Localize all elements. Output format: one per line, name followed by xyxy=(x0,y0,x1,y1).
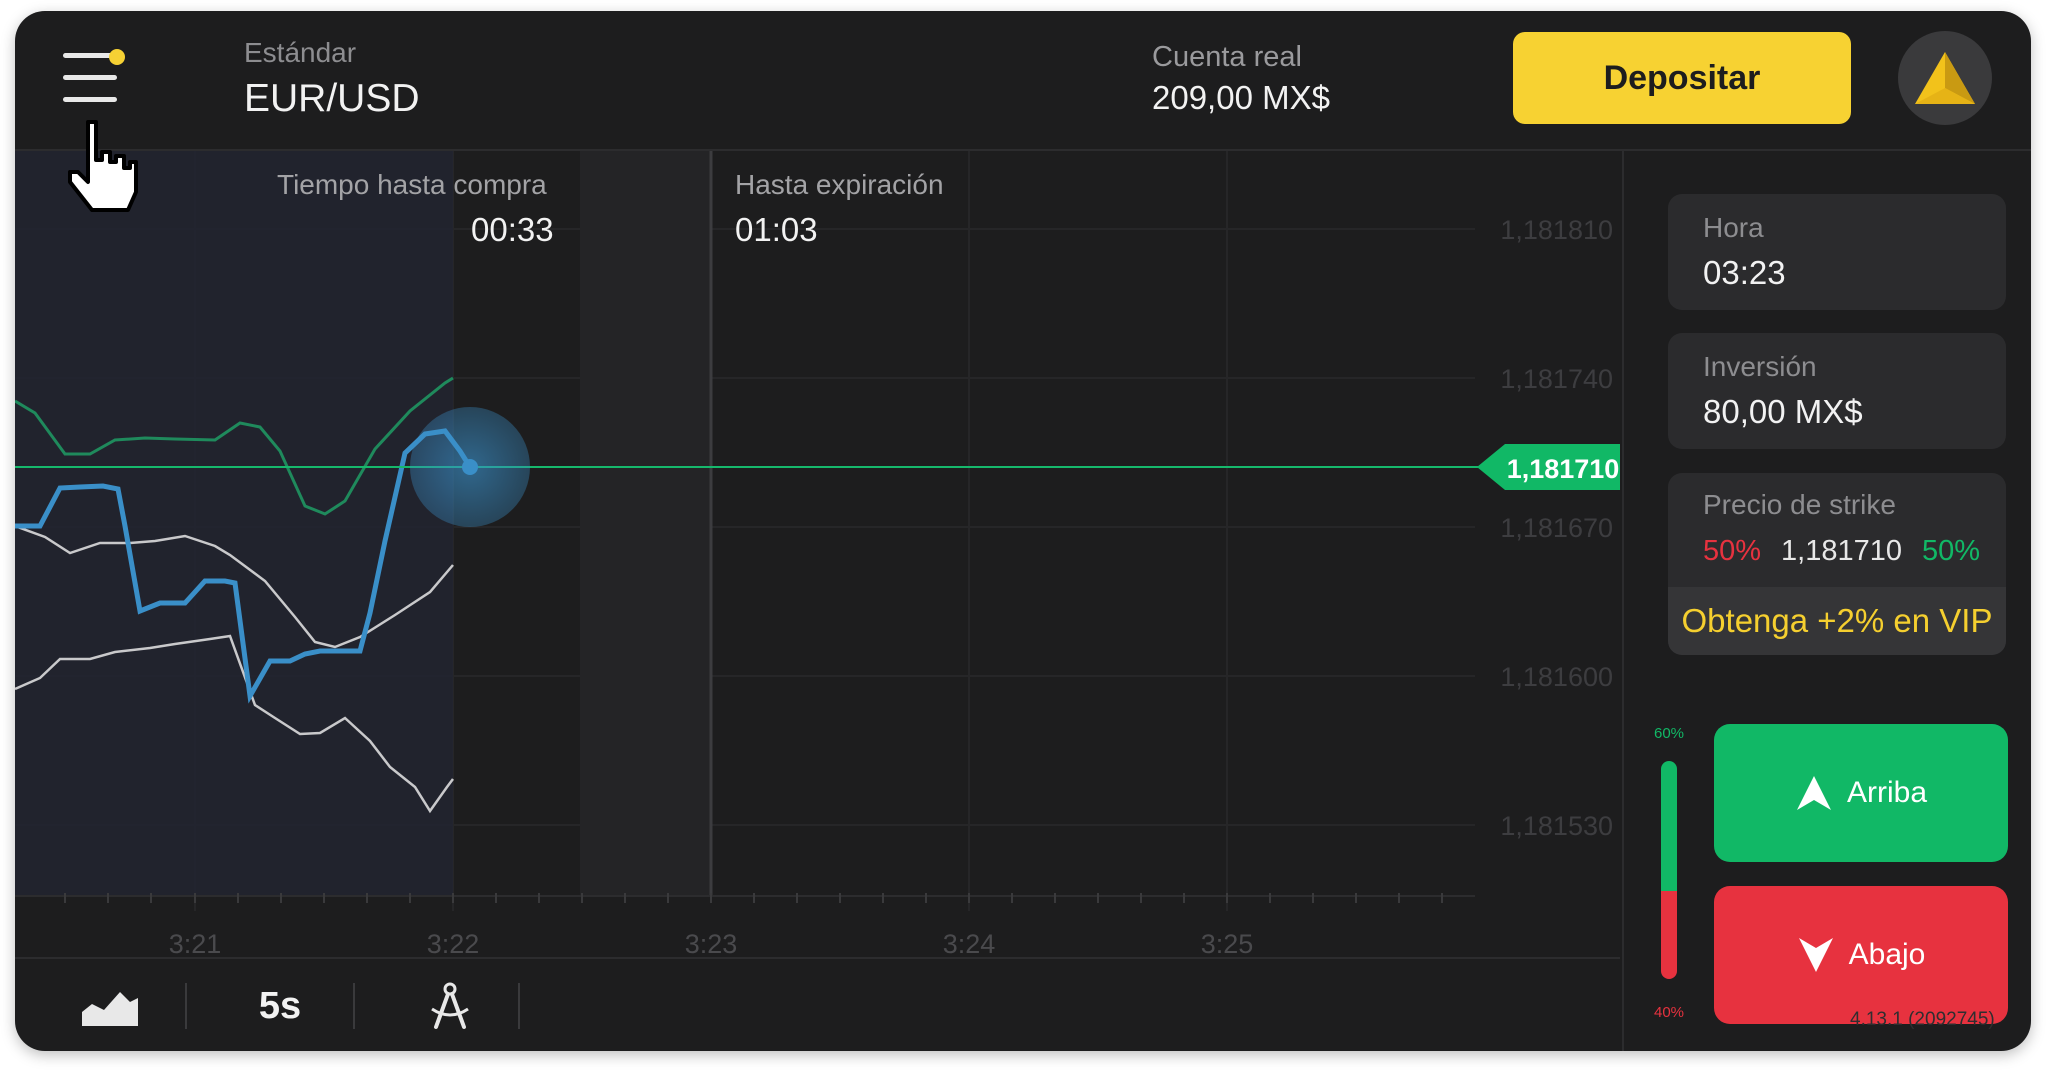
compass-icon xyxy=(431,982,469,1029)
down-button[interactable]: Abajo xyxy=(1714,886,2008,1024)
trading-app: Estándar EUR/USD Cuenta real 209,00 MX$ … xyxy=(15,11,2031,1051)
strike-down-pct: 50% xyxy=(1703,535,1762,567)
price-axis-label: 1,181530 xyxy=(1500,811,1613,841)
up-button-label: Arriba xyxy=(1846,776,1928,809)
purchase-time-label: Tiempo hasta compra xyxy=(277,169,547,200)
purchase-window xyxy=(580,151,710,896)
time-label: Hora xyxy=(1703,212,1764,243)
chart-type-button[interactable] xyxy=(70,959,150,1051)
hand-cursor-icon xyxy=(68,120,138,212)
expiration-label: Hasta expiración xyxy=(735,169,944,200)
time-value: 03:23 xyxy=(1703,254,1786,291)
price-axis-label: 1,181740 xyxy=(1500,364,1613,394)
toolbar-divider xyxy=(518,983,520,1029)
timeframe-button[interactable]: 5s xyxy=(235,959,325,1051)
arrow-up-icon xyxy=(1796,776,1831,810)
investment-value: 80,00 MX$ xyxy=(1703,393,1863,430)
avatar[interactable] xyxy=(1898,31,1992,125)
area-chart-icon xyxy=(82,992,138,1026)
bottom-toolbar: 5s xyxy=(15,957,1620,1051)
up-button[interactable]: Arriba xyxy=(1714,724,2008,862)
trade-panel: Hora 03:23 Inversión 80,00 MX$ Precio de… xyxy=(1622,151,2031,1051)
price-axis-label: 1,181810 xyxy=(1500,215,1613,245)
strike-price: 1,181710 xyxy=(1781,535,1903,567)
time-axis-label: 3:21 xyxy=(169,929,222,957)
menu-icon-line xyxy=(63,97,117,102)
toolbar-divider xyxy=(353,983,355,1029)
drawing-tools-button[interactable] xyxy=(410,959,490,1051)
time-card[interactable]: Hora 03:23 xyxy=(1668,194,2006,310)
balance-value[interactable]: 209,00 MX$ xyxy=(1152,79,1330,117)
sentiment-up-pct: 60% xyxy=(1654,725,1685,742)
time-axis-label: 3:22 xyxy=(427,929,480,957)
strike-price-card[interactable]: Precio de strike 50% 1,181710 50% Obteng… xyxy=(1668,473,2006,655)
expiration-value: 01:03 xyxy=(735,211,818,248)
arrow-down-icon xyxy=(1798,938,1833,972)
time-axis-label: 3:25 xyxy=(1201,929,1254,957)
toolbar-divider xyxy=(185,983,187,1029)
investment-card[interactable]: Inversión 80,00 MX$ xyxy=(1668,333,2006,449)
sentiment-down-bar xyxy=(1661,891,1677,979)
time-axis-label: 3:23 xyxy=(685,929,738,957)
current-price-dot xyxy=(462,459,478,475)
triangle-logo-icon xyxy=(1915,52,1975,104)
vip-promo[interactable]: Obtenga +2% en VIP xyxy=(1668,587,2006,655)
account-type: Estándar xyxy=(244,37,357,68)
asset-selector[interactable]: EUR/USD xyxy=(244,77,420,121)
investment-label: Inversión xyxy=(1703,351,1817,382)
deposit-button[interactable]: Depositar xyxy=(1513,32,1851,124)
notification-dot xyxy=(109,49,125,65)
strike-up-pct: 50% xyxy=(1922,535,1981,567)
app-version: 4.13.1 (2092745) xyxy=(1850,1009,1995,1030)
time-axis-label: 3:24 xyxy=(943,929,996,957)
top-bar: Estándar EUR/USD Cuenta real 209,00 MX$ … xyxy=(15,11,2031,151)
sentiment-up-bar xyxy=(1661,761,1677,891)
current-price-tag-text: 1,181710 xyxy=(1507,454,1620,484)
menu-icon-line xyxy=(63,75,117,80)
strike-label: Precio de strike xyxy=(1703,489,1896,520)
sentiment-down-pct: 40% xyxy=(1654,1004,1685,1021)
purchase-time-value: 00:33 xyxy=(471,211,554,248)
price-axis-label: 1,181600 xyxy=(1500,662,1613,692)
down-button-label: Abajo xyxy=(1848,938,1926,971)
balance-label[interactable]: Cuenta real xyxy=(1152,41,1302,74)
price-axis-label: 1,181670 xyxy=(1500,513,1613,543)
strike-row: 50% 1,181710 50% xyxy=(1703,535,1980,568)
price-chart[interactable]: 1,181710 1,181810 1,181740 1,181670 1,18… xyxy=(15,151,1620,957)
